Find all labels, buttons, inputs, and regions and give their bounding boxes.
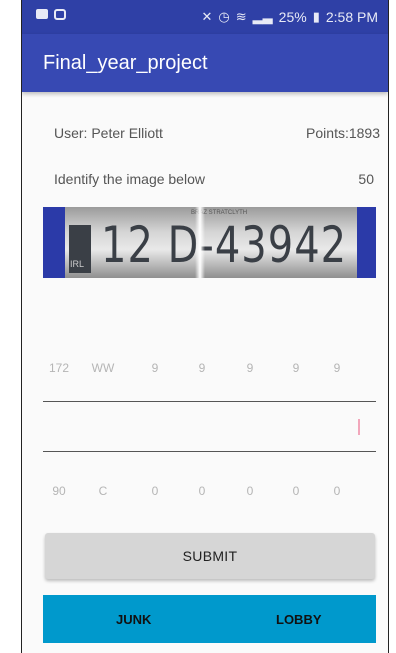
answer-input[interactable] (43, 406, 376, 448)
license-plate-image: IRL BRAZ STRATCLYTH 12 D-43942 (43, 207, 376, 278)
plate-country-code: IRL (70, 259, 85, 269)
value-bottom: 0 (198, 484, 206, 498)
app-title: Final_year_project (43, 52, 208, 74)
divider-top (43, 401, 376, 402)
value-bottom: 0 (333, 484, 341, 498)
value-bottom: 0 (292, 484, 300, 498)
signal-icon: ▂▃ (252, 9, 273, 24)
plate-body: IRL BRAZ STRATCLYTH 12 D-43942 (65, 207, 357, 278)
junk-button[interactable]: JUNK (116, 612, 151, 627)
value-bottom: 0 (246, 484, 254, 498)
points-label: Points:1893 (306, 125, 380, 141)
task-value: 50 (358, 171, 374, 187)
plate-number: 12 D-43942 (101, 217, 348, 275)
bottom-action-bar: JUNK LOBBY (43, 595, 376, 643)
value-bottom: C (98, 484, 108, 498)
plate-split (195, 207, 205, 278)
values-row-top: 172 WW 9 9 9 9 9 (43, 361, 376, 381)
wifi-icon: ≋ (235, 9, 247, 24)
values-row-bottom: 90 C 0 0 0 0 0 (43, 484, 376, 504)
status-time: 2:58 PM (325, 9, 378, 25)
status-bar: ✕ ◷ ≋ ▂▃ 25% ▮ 2:58 PM (22, 0, 388, 34)
alarm-icon: ◷ (218, 9, 230, 24)
value-top: 9 (151, 361, 159, 375)
battery-percent: 25% (278, 9, 307, 25)
app-bar: Final_year_project (22, 34, 388, 92)
value-top: 172 (48, 361, 70, 375)
status-left-icons (36, 9, 66, 20)
value-bottom: 0 (151, 484, 159, 498)
phone-screen: ✕ ◷ ≋ ▂▃ 25% ▮ 2:58 PM Final_year_projec… (21, 0, 389, 653)
identify-prompt: Identify the image below (54, 171, 205, 187)
value-top: WW (91, 361, 115, 375)
value-top: 9 (333, 361, 341, 375)
download-icon (54, 9, 66, 20)
input-underline (43, 451, 376, 452)
image-icon (36, 9, 48, 19)
text-caret (358, 419, 360, 435)
status-right-icons: ✕ ◷ ≋ ▂▃ 25% ▮ 2:58 PM (202, 9, 378, 25)
value-top: 9 (198, 361, 206, 375)
value-bottom: 90 (52, 484, 66, 498)
battery-icon: ▮ (312, 9, 320, 24)
lobby-button[interactable]: LOBBY (276, 612, 322, 627)
value-top: 9 (246, 361, 254, 375)
value-top: 9 (292, 361, 300, 375)
vibrate-icon: ✕ (201, 9, 213, 24)
submit-button[interactable]: SUBMIT (45, 533, 375, 579)
user-label: User: Peter Elliott (54, 125, 163, 141)
